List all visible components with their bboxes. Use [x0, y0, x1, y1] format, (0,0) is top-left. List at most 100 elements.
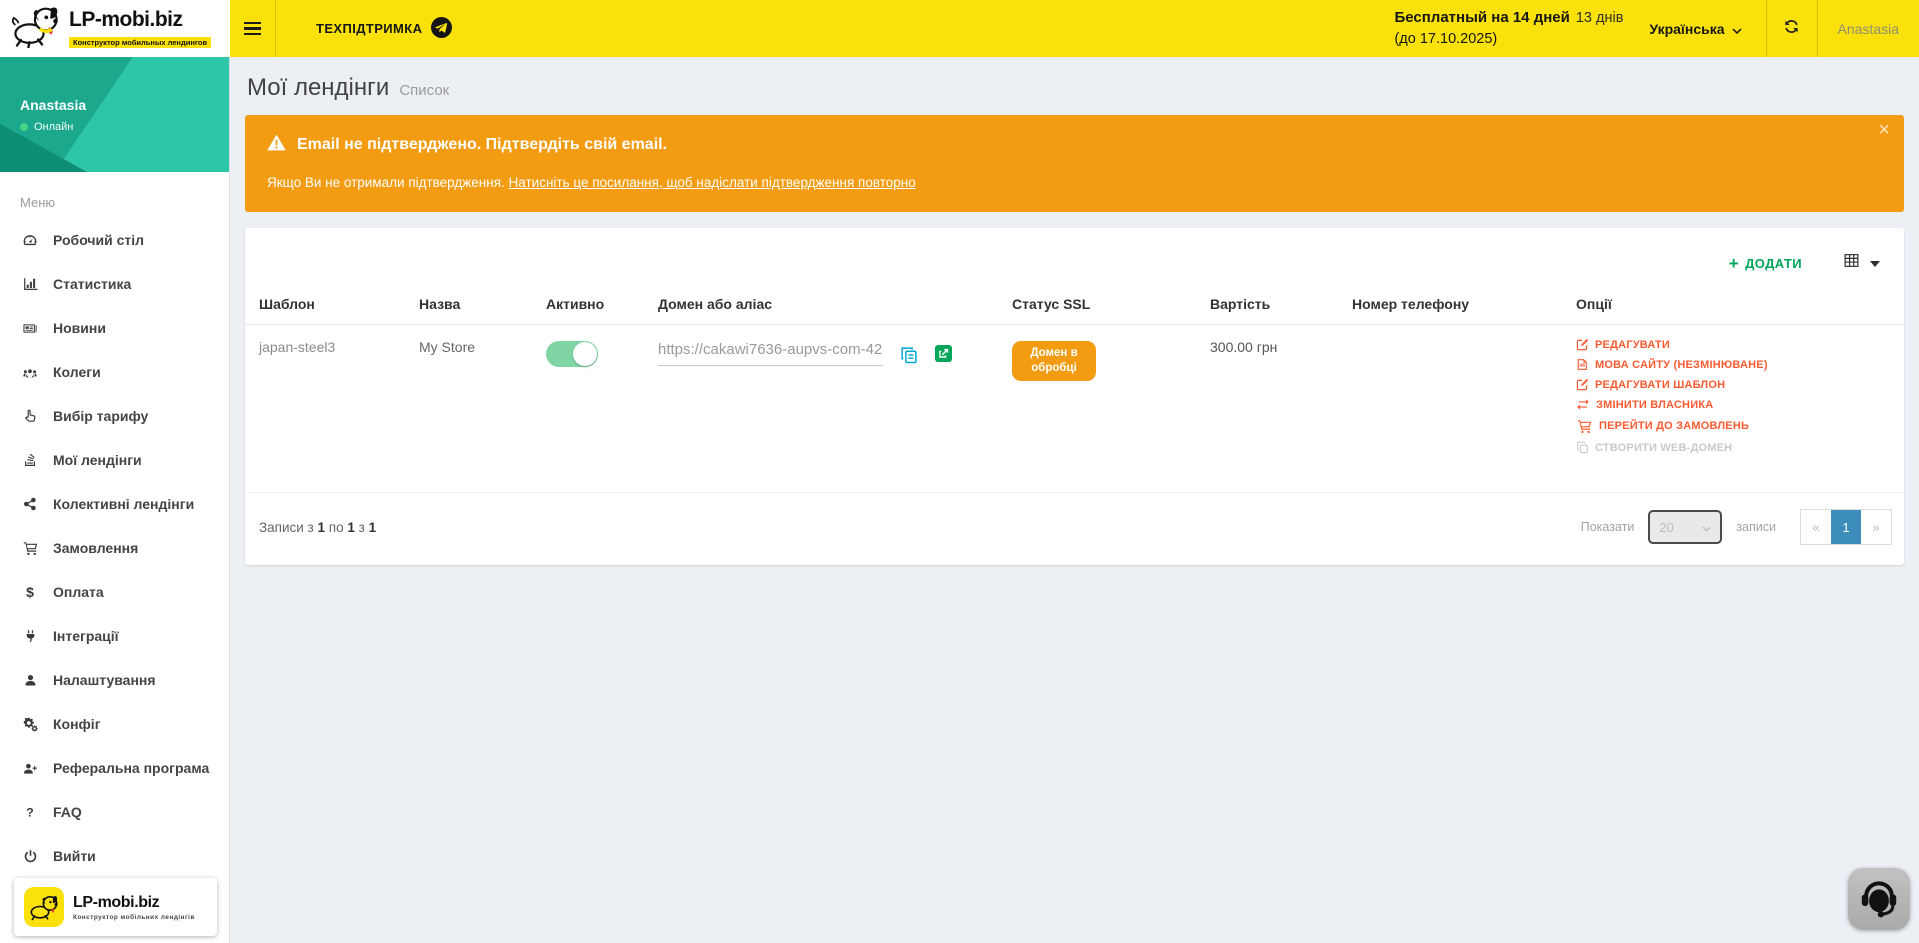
table-grid-icon [1842, 252, 1861, 274]
page-button-1[interactable]: 1 [1831, 510, 1861, 544]
table-row: japan-steel3 My Store [245, 325, 1904, 493]
copy-icon [899, 345, 919, 365]
newspaper-icon [20, 321, 40, 336]
question-icon: ? [20, 804, 40, 820]
share-icon [20, 496, 40, 512]
sidebar-item-7[interactable]: Колективні лендінги [0, 482, 229, 526]
sidebar-user-name: Anastasia [20, 97, 229, 113]
language-label: Українська [1649, 21, 1724, 37]
sidebar-item-14[interactable]: ? FAQ [0, 790, 229, 834]
sidebar-user-panel: Anastasia Онлайн [0, 57, 229, 172]
trial-plan: Бесплатный на 14 дней [1394, 9, 1569, 26]
sidebar-item-15[interactable]: Вийти [0, 834, 229, 878]
plus-icon: + [1729, 255, 1739, 272]
sidebar-item-13[interactable]: Реферальна програма [0, 746, 229, 790]
option-link[interactable]: РЕДАГУВАТИ ШАБЛОН [1576, 378, 1890, 391]
sidebar-item-4[interactable]: Колеги [0, 350, 229, 394]
prev-page-button[interactable]: « [1801, 510, 1831, 544]
next-page-button[interactable]: » [1861, 510, 1891, 544]
sidebar-item-label: Новини [53, 320, 106, 336]
power-icon [20, 848, 40, 864]
columns-toggle-button[interactable] [1842, 252, 1880, 274]
sidebar-item-label: FAQ [53, 804, 82, 820]
header-logo[interactable]: LP-mobi.biz Конструктор мобильных лендин… [0, 0, 230, 57]
exchange-icon [1576, 398, 1590, 411]
option-link[interactable]: ЗМІНИТИ ВЛАСНИКА [1576, 398, 1890, 411]
template-cell: japan-steel3 [251, 325, 411, 369]
column-header: Шаблон [251, 286, 411, 324]
options-cell: РЕДАГУВАТИ МОВА САЙТУ (НЕЗМІНЮВАНЕ) РЕДАГУ… [1568, 325, 1898, 468]
column-header: Статус SSL [1004, 286, 1202, 324]
add-button[interactable]: + ДОДАТИ [1729, 255, 1802, 272]
sidebar-item-8[interactable]: Замовлення [0, 526, 229, 570]
ssl-status-badge: Домен в обробці [1012, 341, 1096, 381]
sidebar-item-3[interactable]: Новини [0, 306, 229, 350]
sidebar-item-label: Реферальна програма [53, 760, 209, 776]
sidebar-item-1[interactable]: Робочий стіл [0, 218, 229, 262]
app-root: LP-mobi.biz Конструктор мобильных лендин… [0, 0, 1919, 943]
email-warning-banner: Email не підтверджено. Підтвердіть свій … [245, 115, 1904, 212]
sidebar-item-11[interactable]: Налаштування [0, 658, 229, 702]
resend-confirmation-link[interactable]: Натисніть це посилання, щоб надіслати пі… [509, 175, 916, 190]
sidebar-item-2[interactable]: Статистика [0, 262, 229, 306]
trial-until: (до 17.10.2025) [1394, 31, 1497, 47]
sidebar-item-10[interactable]: Інтеграції [0, 614, 229, 658]
sidebar-item-label: Конфіг [53, 716, 101, 732]
chevron-down-icon [1702, 520, 1711, 535]
sidebar-item-6[interactable]: Мої лендінги [0, 438, 229, 482]
online-status-dot [20, 123, 28, 131]
support-link[interactable]: ТЕХПІДТРИМКА [316, 17, 452, 41]
support-chat-button[interactable] [1848, 868, 1910, 930]
user-icon [20, 672, 40, 688]
column-header: Опції [1568, 286, 1898, 324]
page-size-select[interactable]: 20 [1648, 510, 1722, 544]
topbar: ТЕХПІДТРИМКА Бесплатный на 14 дней 13 дні… [230, 0, 1919, 57]
language-selector[interactable]: Українська [1649, 21, 1741, 37]
stack-icon [20, 452, 40, 468]
cost-cell: 300.00 грн [1202, 325, 1344, 369]
gears-icon [20, 716, 40, 732]
footer-logo-title: LP-mobi.biz [73, 894, 195, 912]
phone-cell [1344, 325, 1568, 353]
column-header: Назва [411, 286, 538, 324]
main-content: Мої лендінги Список Email не підтверджен… [230, 57, 1919, 943]
active-toggle[interactable] [546, 341, 598, 367]
close-icon[interactable]: × [1878, 120, 1890, 140]
tachometer-icon [20, 232, 40, 248]
sidebar-item-9[interactable]: $Оплата [0, 570, 229, 614]
footer-logo-subtitle: Конструктор мобільних лендінгів [73, 914, 195, 921]
header-username[interactable]: Anastasia [1818, 0, 1919, 57]
sidebar-item-label: Мої лендінги [53, 452, 142, 468]
clone-icon [1576, 441, 1589, 454]
support-label: ТЕХПІДТРИМКА [316, 21, 422, 36]
cart-icon [20, 540, 40, 556]
sidebar-menu: Робочий стіл Статистика Новини Колеги Вибір … [0, 218, 229, 878]
language-icon [1576, 358, 1589, 371]
sidebar-item-label: Колеги [53, 364, 101, 380]
sidebar-item-label: Замовлення [53, 540, 138, 556]
svg-text:$: $ [26, 584, 34, 600]
sidebar: Anastasia Онлайн Меню Робочий стілСтатис… [0, 57, 230, 943]
option-link[interactable]: РЕДАГУВАТИ [1576, 338, 1890, 351]
sidebar-user-status: Онлайн [34, 121, 73, 133]
copy-domain-button[interactable] [899, 345, 919, 365]
edit-icon [1576, 338, 1589, 351]
option-link[interactable]: МОВА САЙТУ (НЕЗМІНЮВАНЕ) [1576, 358, 1890, 371]
plug-icon [20, 628, 40, 644]
dollar-icon: $ [20, 584, 40, 600]
option-link[interactable]: ПЕРЕЙТИ ДО ЗАМОВЛЕНЬ [1576, 418, 1890, 434]
chevron-down-icon [1732, 21, 1742, 37]
option-link: СТВОРИТИ WEB-ДОМЕН [1576, 441, 1890, 454]
sidebar-item-label: Робочий стіл [53, 232, 144, 248]
pagination: « 1 » [1800, 509, 1892, 545]
warning-icon [267, 134, 286, 156]
hamburger-menu-icon[interactable] [230, 0, 276, 57]
domain-input[interactable] [658, 341, 883, 366]
open-site-button[interactable] [935, 345, 952, 362]
dog-mascot-icon [10, 4, 62, 53]
trial-days-left: 13 днів [1576, 10, 1624, 26]
sidebar-footer-logo[interactable]: LP-mobi.biz Конструктор мобільних лендін… [14, 878, 217, 936]
sidebar-item-12[interactable]: Конфіг [0, 702, 229, 746]
sidebar-item-5[interactable]: Вибір тарифу [0, 394, 229, 438]
refresh-button[interactable] [1767, 0, 1817, 57]
